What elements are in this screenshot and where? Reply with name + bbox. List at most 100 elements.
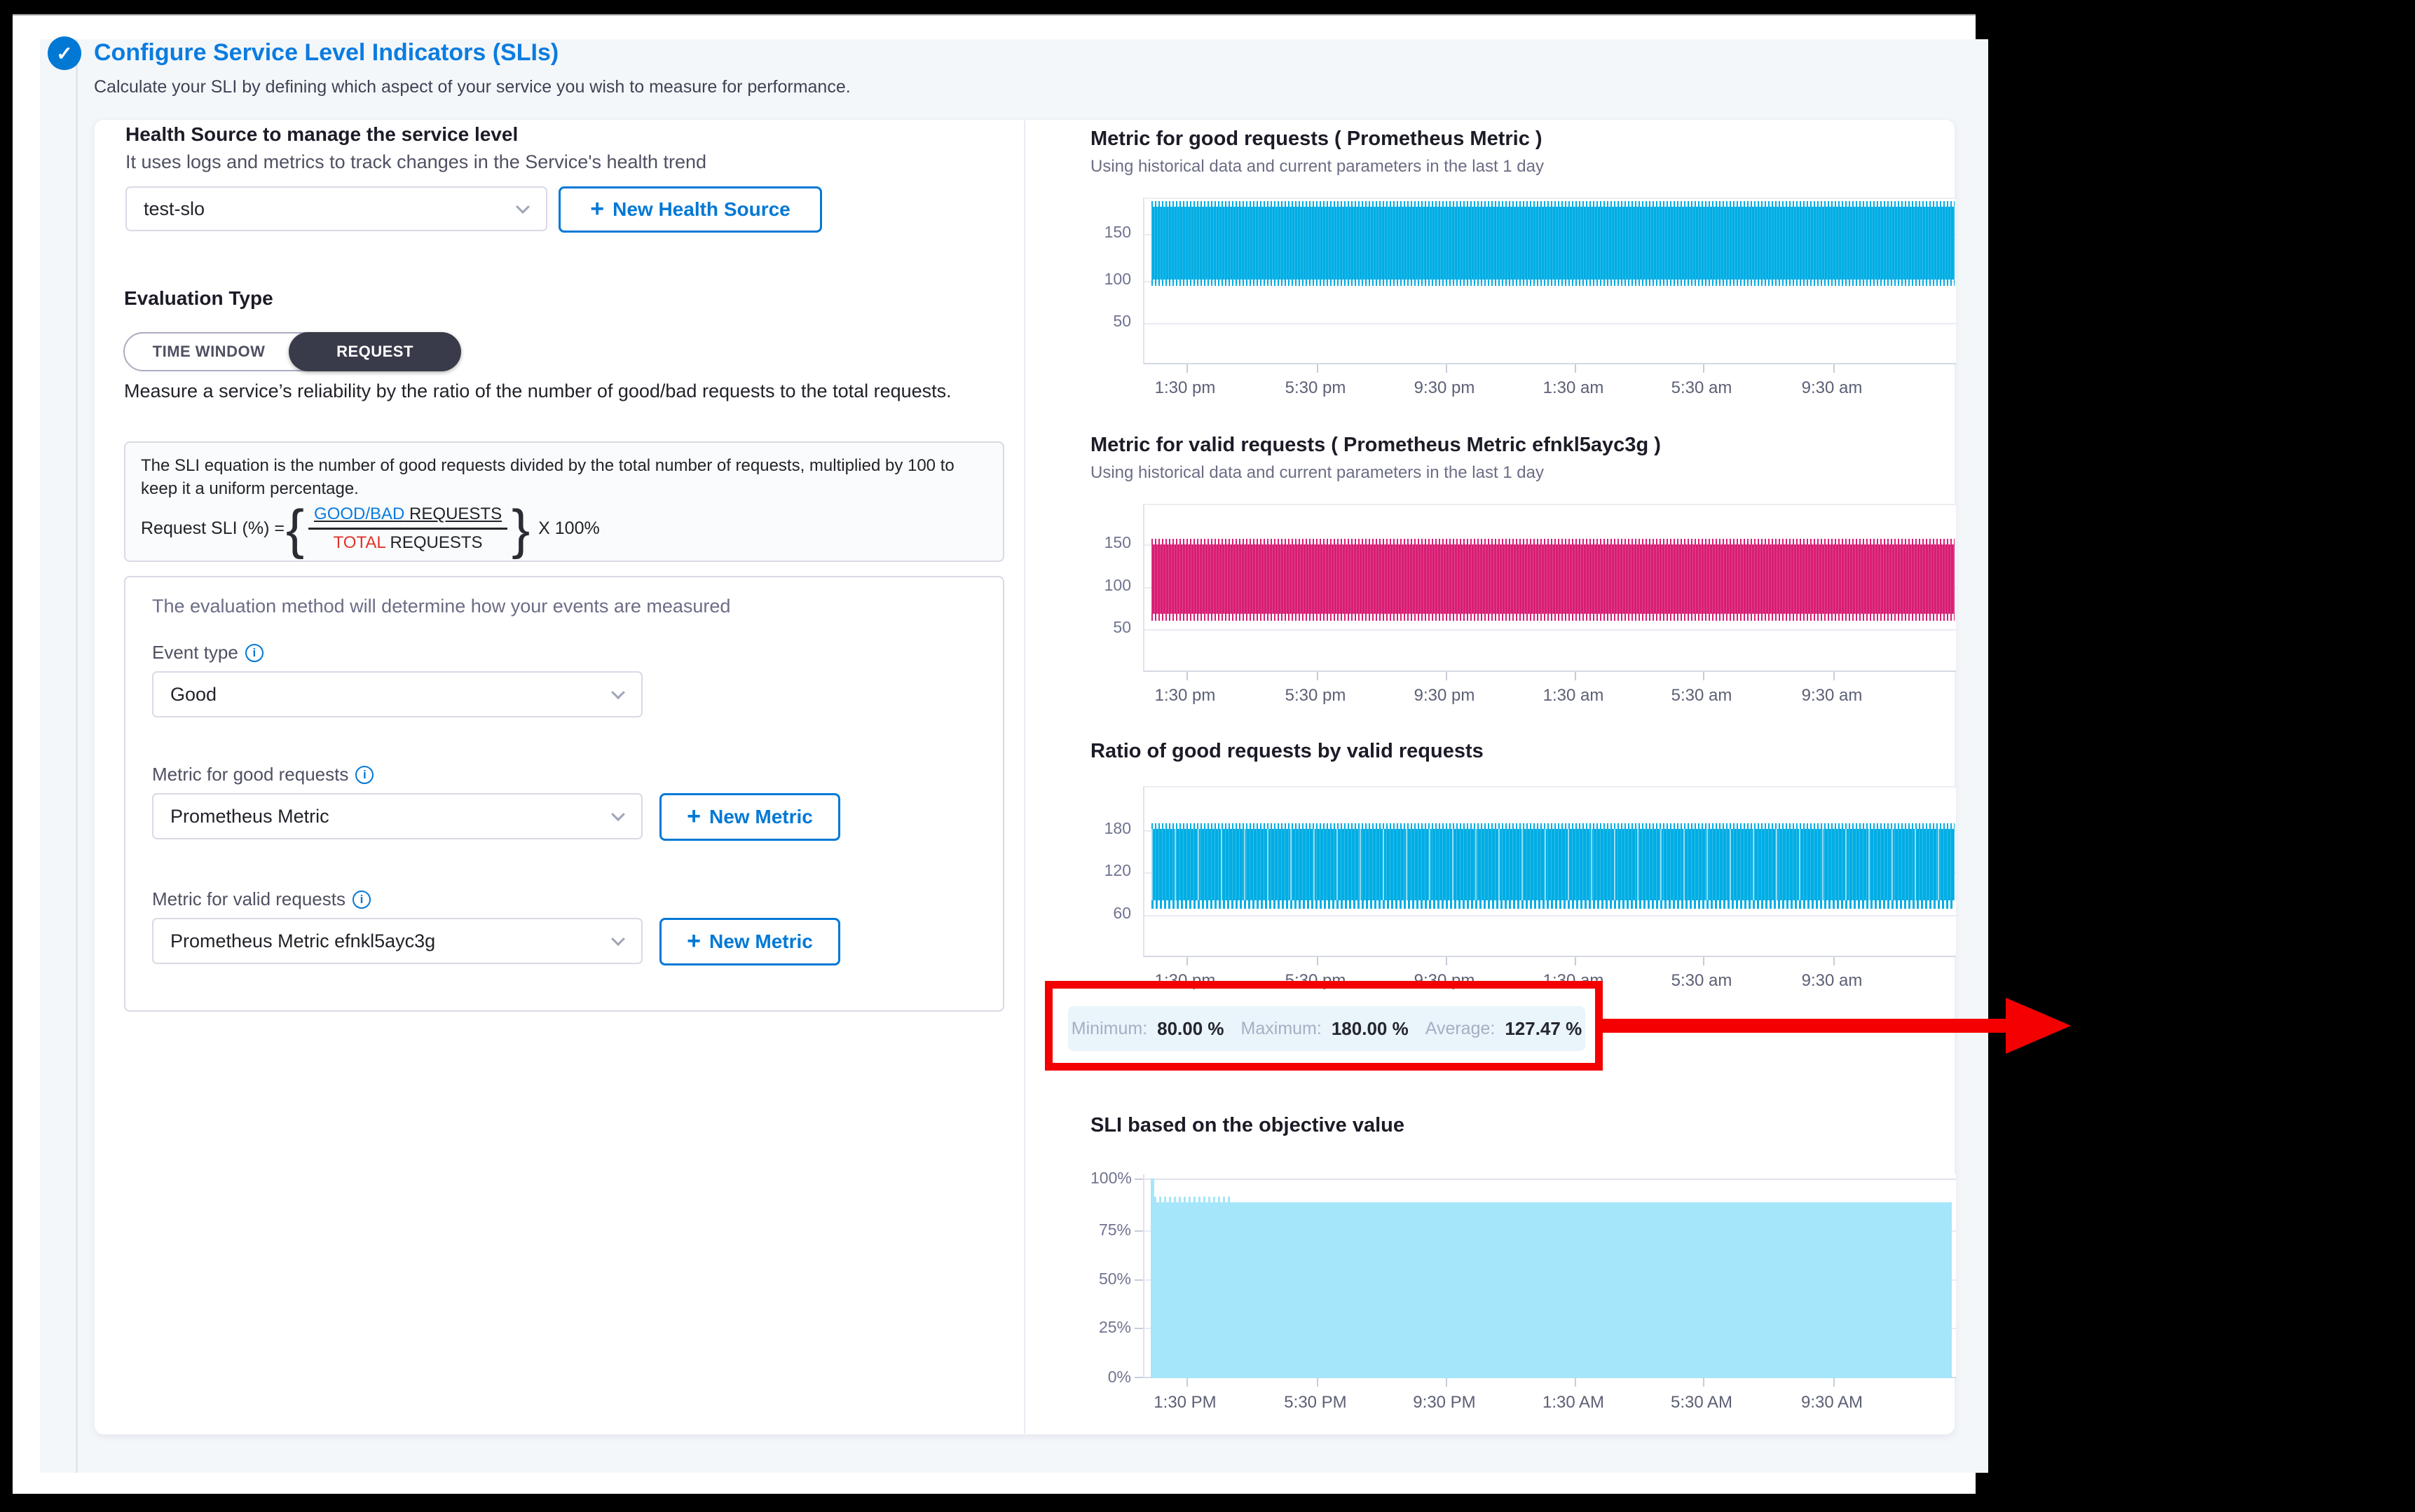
- x-tick: 5:30 PM: [1263, 1393, 1368, 1413]
- y-tick: 60: [1090, 904, 1131, 923]
- x-tick: 5:30 am: [1649, 971, 1754, 991]
- x-tick: 9:30 pm: [1392, 378, 1497, 398]
- sli-equation: Request SLI (%) = { GOOD/BAD REQUESTS TO…: [141, 504, 600, 553]
- equation-rhs: X 100%: [538, 518, 600, 539]
- y-tick: 50: [1090, 312, 1131, 331]
- x-tick: 5:30 pm: [1263, 686, 1368, 706]
- annotation-arrow-line: [1603, 1019, 2013, 1033]
- info-icon[interactable]: i: [355, 766, 374, 784]
- y-tick: 100: [1090, 576, 1131, 595]
- x-tick: 9:30 AM: [1779, 1393, 1884, 1413]
- event-type-select[interactable]: Good: [152, 671, 643, 717]
- x-tick: 1:30 am: [1521, 686, 1626, 706]
- event-type-value: Good: [170, 684, 217, 706]
- x-tick: 5:30 am: [1649, 686, 1754, 706]
- good-metric-value: Prometheus Metric: [170, 806, 329, 827]
- valid-metric-select[interactable]: Prometheus Metric efnkl5ayc3g: [152, 918, 643, 964]
- new-metric-button-good[interactable]: + New Metric: [659, 793, 840, 841]
- evaluation-method-box: The evaluation method will determine how…: [124, 576, 1004, 1012]
- good-metric-label: Metric for good requests i: [152, 764, 374, 785]
- plot-area: [1143, 504, 1956, 672]
- y-tick: 150: [1090, 223, 1131, 242]
- x-tick: 9:30 am: [1779, 686, 1884, 706]
- y-tick: 150: [1090, 533, 1131, 552]
- evaluation-method-description: The evaluation method will determine how…: [152, 596, 730, 617]
- evaluation-type-heading: Evaluation Type: [124, 287, 273, 310]
- sli-equation-explanation: The SLI equation is the number of good r…: [141, 454, 992, 500]
- valid-metric-label: Metric for valid requests i: [152, 888, 371, 910]
- page-title: Configure Service Level Indicators (SLIs…: [94, 39, 559, 67]
- chevron-down-icon: [516, 200, 530, 214]
- good-metric-select[interactable]: Prometheus Metric: [152, 793, 643, 839]
- x-tick: 9:30 pm: [1392, 686, 1497, 706]
- plus-icon: +: [687, 929, 701, 953]
- health-source-description: It uses logs and metrics to track change…: [125, 151, 706, 173]
- plot-area: [1143, 786, 1956, 957]
- y-tick: 100%: [1090, 1169, 1131, 1188]
- chevron-down-icon: [611, 685, 625, 699]
- sli-equation-box: The SLI equation is the number of good r…: [124, 441, 1004, 562]
- chart-title: Metric for good requests ( Prometheus Me…: [1090, 128, 1542, 151]
- step-completed-check-icon: ✓: [48, 36, 81, 70]
- x-tick: 1:30 pm: [1133, 378, 1238, 398]
- health-source-select[interactable]: test-slo: [125, 186, 547, 231]
- chart-subtitle: Using historical data and current parame…: [1090, 463, 1544, 483]
- plot-area: [1143, 198, 1956, 364]
- denominator-highlight: TOTAL: [334, 533, 385, 552]
- x-tick: 5:30 AM: [1649, 1393, 1754, 1413]
- wizard-step-rail: [76, 39, 78, 1473]
- chart-title: Metric for valid requests ( Prometheus M…: [1090, 434, 1661, 457]
- y-tick: 50%: [1090, 1270, 1131, 1288]
- plot-area: [1143, 1174, 1956, 1378]
- equation-lhs: Request SLI (%) =: [141, 518, 285, 539]
- health-source-select-value: test-slo: [144, 198, 205, 220]
- evaluation-type-toggle: TIME WINDOW REQUEST: [123, 332, 458, 371]
- column-divider: [1024, 121, 1025, 1434]
- x-tick: 1:30 pm: [1133, 686, 1238, 706]
- x-tick: 9:30 am: [1779, 971, 1884, 991]
- equation-fraction: GOOD/BAD REQUESTS TOTAL REQUESTS: [308, 504, 507, 553]
- y-tick: 100: [1090, 270, 1131, 289]
- chart-ratio: Ratio of good requests by valid requests…: [1090, 740, 1959, 992]
- y-tick: 120: [1090, 861, 1131, 880]
- page-subtitle: Calculate your SLI by defining which asp…: [94, 77, 851, 97]
- chart-valid-requests: Metric for valid requests ( Prometheus M…: [1090, 434, 1959, 714]
- toggle-option-time-window[interactable]: TIME WINDOW: [125, 334, 293, 370]
- numerator-highlight: GOOD/BAD: [314, 504, 404, 523]
- x-tick: 1:30 am: [1521, 378, 1626, 398]
- annotation-arrow-head-icon: [2006, 998, 2071, 1054]
- y-tick: 180: [1090, 819, 1131, 838]
- x-tick: 5:30 am: [1649, 378, 1754, 398]
- screenshot-canvas: ✓ Configure Service Level Indicators (SL…: [0, 0, 2415, 1512]
- chart-good-requests: Metric for good requests ( Prometheus Me…: [1090, 128, 1959, 408]
- x-tick: 5:30 pm: [1263, 378, 1368, 398]
- chevron-down-icon: [611, 807, 625, 821]
- chevron-down-icon: [611, 932, 625, 946]
- y-tick: 75%: [1090, 1221, 1131, 1239]
- y-tick: 0%: [1090, 1368, 1131, 1387]
- chart-subtitle: Using historical data and current parame…: [1090, 157, 1544, 177]
- health-source-heading: Health Source to manage the service leve…: [125, 123, 518, 146]
- plus-icon: +: [590, 197, 604, 221]
- denominator-rest: REQUESTS: [385, 533, 483, 552]
- chart-sli-objective: SLI based on the objective value 100% 75…: [1090, 1114, 1959, 1415]
- x-tick: 9:30 PM: [1392, 1393, 1497, 1413]
- annotation-highlight-box: [1045, 981, 1603, 1071]
- y-tick: 50: [1090, 618, 1131, 637]
- chart-title: SLI based on the objective value: [1090, 1114, 1404, 1137]
- plus-icon: +: [687, 804, 701, 828]
- x-tick: 9:30 am: [1779, 378, 1884, 398]
- numerator-rest: REQUESTS: [404, 504, 502, 523]
- event-type-label: Event type i: [152, 642, 264, 664]
- info-icon[interactable]: i: [245, 644, 264, 662]
- x-tick: 1:30 AM: [1521, 1393, 1626, 1413]
- new-metric-button-valid[interactable]: + New Metric: [659, 918, 840, 965]
- toggle-option-request-selected[interactable]: REQUEST: [289, 332, 461, 371]
- x-tick: 1:30 PM: [1133, 1393, 1238, 1413]
- y-tick: 25%: [1090, 1318, 1131, 1337]
- info-icon[interactable]: i: [353, 891, 371, 909]
- chart-title: Ratio of good requests by valid requests: [1090, 740, 1484, 763]
- new-health-source-button[interactable]: + New Health Source: [559, 186, 822, 233]
- request-evaluation-description: Measure a service’s reliability by the r…: [124, 378, 1001, 404]
- valid-metric-value: Prometheus Metric efnkl5ayc3g: [170, 930, 435, 952]
